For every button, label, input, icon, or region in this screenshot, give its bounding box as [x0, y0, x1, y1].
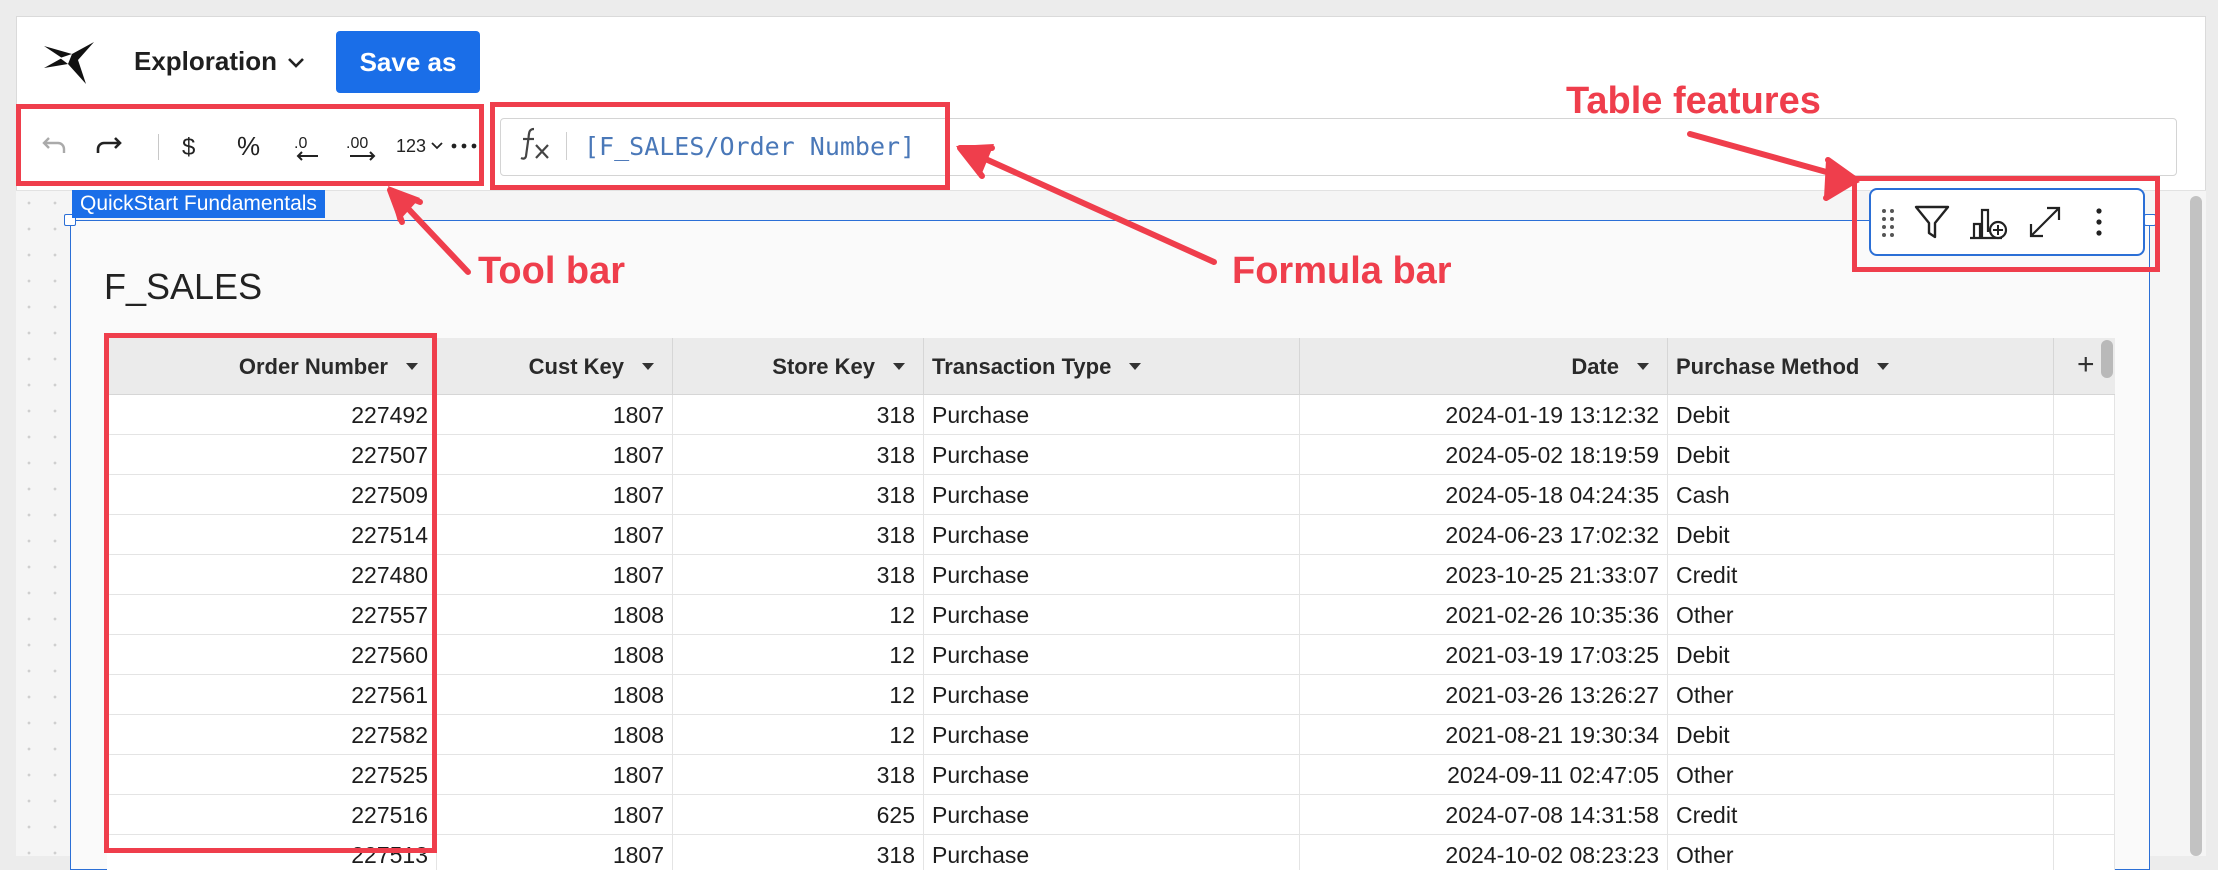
annotation-arrows: [387, 131, 1860, 275]
app-window: Exploration Save as $ % .0 .00 123 [F_SA…: [0, 0, 2218, 870]
